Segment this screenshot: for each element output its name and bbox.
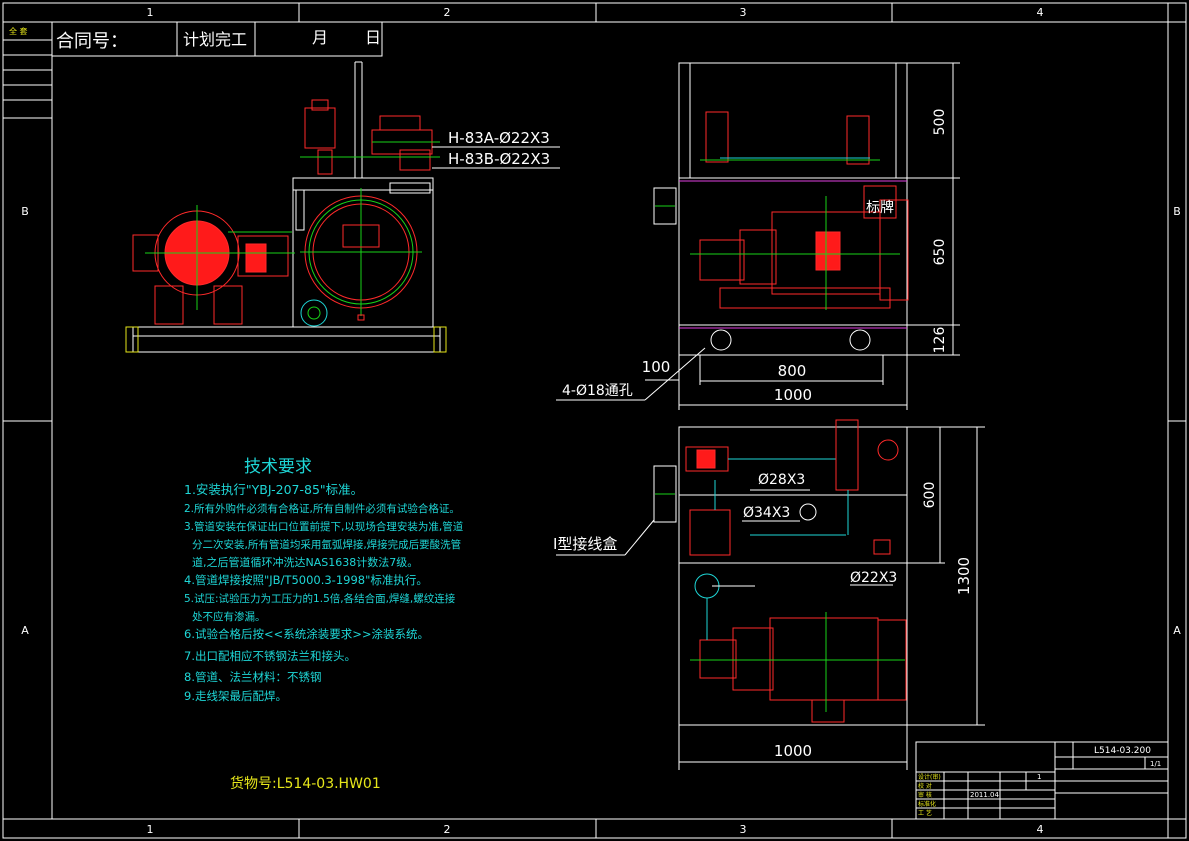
row-label-b-right: B bbox=[1173, 205, 1181, 218]
dim-1000-front: 1000 bbox=[774, 386, 812, 404]
corner-label: 全 套 bbox=[9, 26, 28, 36]
junction-box-label: I型接线盒 bbox=[553, 535, 617, 553]
sheet-number: 1/1 bbox=[1150, 760, 1161, 768]
requirement-9: 9.走线架最后配焊。 bbox=[184, 689, 287, 703]
col-label-4-bottom: 4 bbox=[1037, 823, 1044, 836]
title-row-1: 设计(审) bbox=[918, 773, 941, 781]
pipe-34-label: Ø34X3 bbox=[743, 505, 790, 521]
requirements-title: 技术要求 bbox=[244, 457, 312, 477]
requirement-3-cont-b: 道,之后管道循环冲洗达NAS1638计数法7级。 bbox=[192, 555, 418, 569]
requirement-3: 3.管道安装在保证出口位置前提下,以现场合理安装为准,管道 bbox=[184, 520, 464, 533]
requirement-2: 2.所有外购件必须有合格证,所有自制件必须有试验合格证。 bbox=[184, 502, 460, 515]
col-label-1-top: 1 bbox=[147, 6, 154, 19]
dim-100: 100 bbox=[642, 358, 671, 376]
dim-650: 650 bbox=[932, 239, 948, 266]
dim-600: 600 bbox=[922, 482, 938, 509]
drawing-canvas: 1 2 3 4 1 2 3 4 B A B A 全 套 合同号： 计划完工 月 … bbox=[2, 2, 1187, 839]
row-label-a-right: A bbox=[1173, 624, 1181, 637]
dim-500: 500 bbox=[932, 109, 948, 136]
col-label-2-top: 2 bbox=[444, 6, 451, 19]
front-view bbox=[556, 62, 960, 410]
pipe-28-label: Ø28X3 bbox=[758, 472, 805, 488]
pipe-callout-b: H-83B-Ø22X3 bbox=[448, 150, 550, 168]
pipe-22-label: Ø22X3 bbox=[850, 570, 897, 586]
nameplate-label: 标牌 bbox=[866, 199, 894, 216]
col-label-3-bottom: 3 bbox=[740, 823, 747, 836]
title-row-5: 工 艺 bbox=[918, 809, 932, 817]
requirement-5-cont: 处不应有渗漏。 bbox=[192, 610, 266, 623]
requirement-7: 7.出口配相应不锈钢法兰和接头。 bbox=[184, 649, 356, 663]
pipe-callout-a: H-83A-Ø22X3 bbox=[448, 129, 550, 147]
day-label: 日 bbox=[365, 28, 381, 47]
requirement-1: 1.安装执行"YBJ-207-85"标准。 bbox=[184, 482, 363, 497]
month-label: 月 bbox=[312, 28, 328, 47]
title-row-3: 审 核 bbox=[918, 791, 932, 799]
dim-1000-top: 1000 bbox=[774, 742, 812, 760]
requirement-6: 6.试验合格后按<<系统涂装要求>>涂装系统。 bbox=[184, 627, 429, 641]
dim-126: 126 bbox=[932, 327, 948, 354]
requirement-8: 8.管道、法兰材料：不锈钢 bbox=[184, 670, 321, 684]
col-label-2-bottom: 2 bbox=[444, 823, 451, 836]
row-label-a-left: A bbox=[21, 624, 29, 637]
col-label-4-top: 4 bbox=[1037, 6, 1044, 19]
col-label-3-top: 3 bbox=[740, 6, 747, 19]
col-label-1-bottom: 1 bbox=[147, 823, 154, 836]
quantity: 1 bbox=[1037, 773, 1041, 781]
contract-label: 合同号： bbox=[56, 31, 128, 52]
requirement-3-cont-a: 分二次安装,所有管道均采用氩弧焊接,焊接完成后要酸洗管 bbox=[192, 538, 461, 551]
row-label-b-left: B bbox=[21, 205, 29, 218]
dim-800: 800 bbox=[778, 362, 807, 380]
dim-1300: 1300 bbox=[955, 557, 973, 595]
title-row-2: 校 对 bbox=[918, 782, 932, 790]
side-view bbox=[125, 61, 447, 353]
order-number: 货物号:L514-03.HW01 bbox=[230, 775, 381, 792]
drawing-frame bbox=[2, 2, 1187, 839]
drawing-number: L514-03.200 bbox=[1094, 746, 1151, 756]
plan-label: 计划完工 bbox=[183, 30, 247, 49]
requirement-5: 5.试压:试验压力为工压力的1.5倍,各结合面,焊缝,螺纹连接 bbox=[184, 592, 456, 605]
date: 2011.04 bbox=[970, 791, 999, 799]
title-row-4: 标准化 bbox=[918, 800, 936, 808]
requirement-4: 4.管道焊接按照"JB/T5000.3-1998"标准执行。 bbox=[184, 573, 428, 587]
holes-callout: 4-Ø18通孔 bbox=[562, 383, 633, 399]
